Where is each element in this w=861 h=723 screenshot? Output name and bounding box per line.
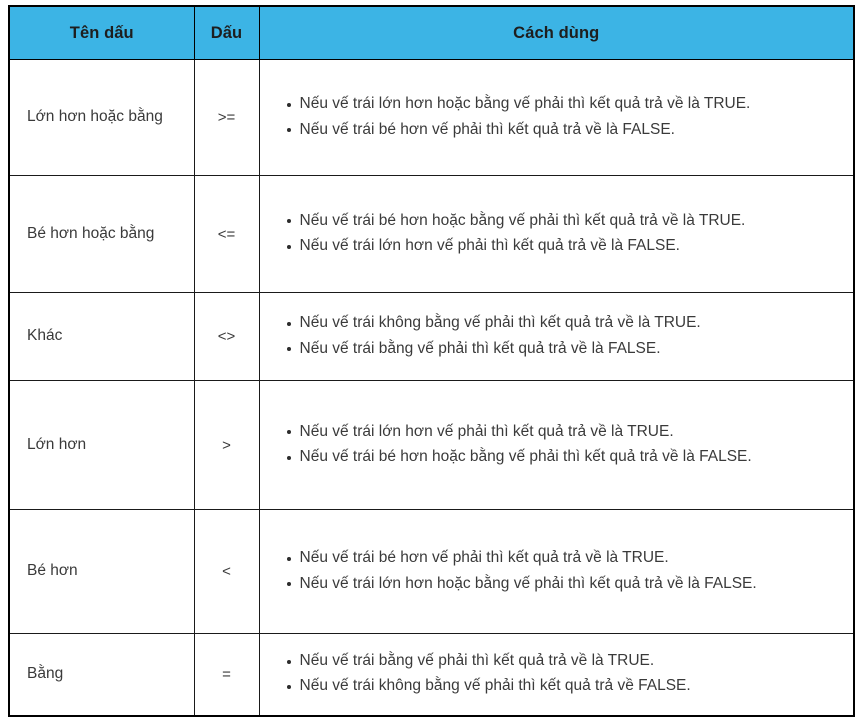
- operator-name-cell: Khác: [8, 292, 195, 381]
- table-row: Lớn hơn hoặc bằng >= Nếu vế trái lớn hơn h…: [8, 59, 855, 176]
- usage-list: Nếu vế trái bé hơn vế phải thì kết quả t…: [276, 546, 844, 596]
- usage-list: Nếu vế trái không bằng vế phải thì kết q…: [276, 311, 844, 361]
- usage-list-item: Nếu vế trái bé hơn vế phải thì kết quả t…: [286, 546, 844, 570]
- operator-name-cell: Lớn hơn: [8, 380, 195, 510]
- table-row: Bằng = Nếu vế trái bằng vế phải thì kết qu…: [8, 633, 855, 716]
- table-body: Lớn hơn hoặc bằng >= Nếu vế trái lớn hơn h…: [8, 59, 855, 716]
- table-row: Lớn hơn > Nếu vế trái lớn hơn vế phải thì …: [8, 380, 855, 510]
- operator-name-cell: Bằng: [8, 633, 195, 716]
- operator-sign-cell: =: [193, 633, 260, 716]
- operator-sign-cell: <=: [193, 175, 260, 293]
- table-row: Bé hơn < Nếu vế trái bé hơn vế phải thì kế…: [8, 509, 855, 634]
- usage-list-item: Nếu vế trái bé hơn hoặc bằng vế phải thì…: [286, 209, 844, 233]
- operator-usage-cell: Nếu vế trái lớn hơn vế phải thì kết quả …: [258, 380, 855, 510]
- usage-list-item: Nếu vế trái bằng vế phải thì kết quả trả…: [286, 649, 844, 673]
- usage-list-item: Nếu vế trái lớn hơn vế phải thì kết quả …: [286, 420, 844, 444]
- usage-list-item: Nếu vế trái lớn hơn hoặc bằng vế phải th…: [286, 572, 844, 596]
- operator-name-cell: Bé hơn: [8, 509, 195, 634]
- usage-list-item: Nếu vế trái không bằng vế phải thì kết q…: [286, 674, 844, 698]
- column-header-usage: Cách dùng: [258, 5, 855, 60]
- usage-list-item: Nếu vế trái bé hơn vế phải thì kết quả t…: [286, 118, 844, 142]
- comparison-operators-table: Tên dấu Dấu Cách dùng Lớn hơn hoặc bằng >…: [8, 5, 855, 717]
- usage-list-item: Nếu vế trái lớn hơn vế phải thì kết quả …: [286, 234, 844, 258]
- operator-sign-cell: <: [193, 509, 260, 634]
- table-header-row: Tên dấu Dấu Cách dùng: [8, 5, 855, 60]
- operator-usage-cell: Nếu vế trái không bằng vế phải thì kết q…: [258, 292, 855, 381]
- usage-list: Nếu vế trái lớn hơn vế phải thì kết quả …: [276, 420, 844, 470]
- usage-list: Nếu vế trái bằng vế phải thì kết quả trả…: [276, 649, 844, 699]
- operator-name-cell: Bé hơn hoặc bằng: [8, 175, 195, 293]
- usage-list-item: Nếu vế trái không bằng vế phải thì kết q…: [286, 311, 844, 335]
- operator-usage-cell: Nếu vế trái bé hơn hoặc bằng vế phải thì…: [258, 175, 855, 293]
- column-header-sign: Dấu: [193, 5, 260, 60]
- operator-usage-cell: Nếu vế trái bằng vế phải thì kết quả trả…: [258, 633, 855, 716]
- table-header: Tên dấu Dấu Cách dùng: [8, 5, 855, 60]
- usage-list-item: Nếu vế trái lớn hơn hoặc bằng vế phải th…: [286, 92, 844, 116]
- table-row: Bé hơn hoặc bằng <= Nếu vế trái bé hơn hoặ…: [8, 175, 855, 293]
- operator-usage-cell: Nếu vế trái bé hơn vế phải thì kết quả t…: [258, 509, 855, 634]
- comparison-operators-table-container: Tên dấu Dấu Cách dùng Lớn hơn hoặc bằng >…: [8, 5, 855, 717]
- operator-sign-cell: >=: [193, 59, 260, 176]
- operator-usage-cell: Nếu vế trái lớn hơn hoặc bằng vế phải th…: [258, 59, 855, 176]
- operator-sign-cell: <>: [193, 292, 260, 381]
- operator-sign-cell: >: [193, 380, 260, 510]
- table-row: Khác <> Nếu vế trái không bằng vế phải thì…: [8, 292, 855, 381]
- column-header-name: Tên dấu: [8, 5, 195, 60]
- usage-list-item: Nếu vế trái bằng vế phải thì kết quả trả…: [286, 337, 844, 361]
- usage-list-item: Nếu vế trái bé hơn hoặc bằng vế phải thì…: [286, 445, 844, 469]
- usage-list: Nếu vế trái bé hơn hoặc bằng vế phải thì…: [276, 209, 844, 259]
- operator-name-cell: Lớn hơn hoặc bằng: [8, 59, 195, 176]
- usage-list: Nếu vế trái lớn hơn hoặc bằng vế phải th…: [276, 92, 844, 142]
